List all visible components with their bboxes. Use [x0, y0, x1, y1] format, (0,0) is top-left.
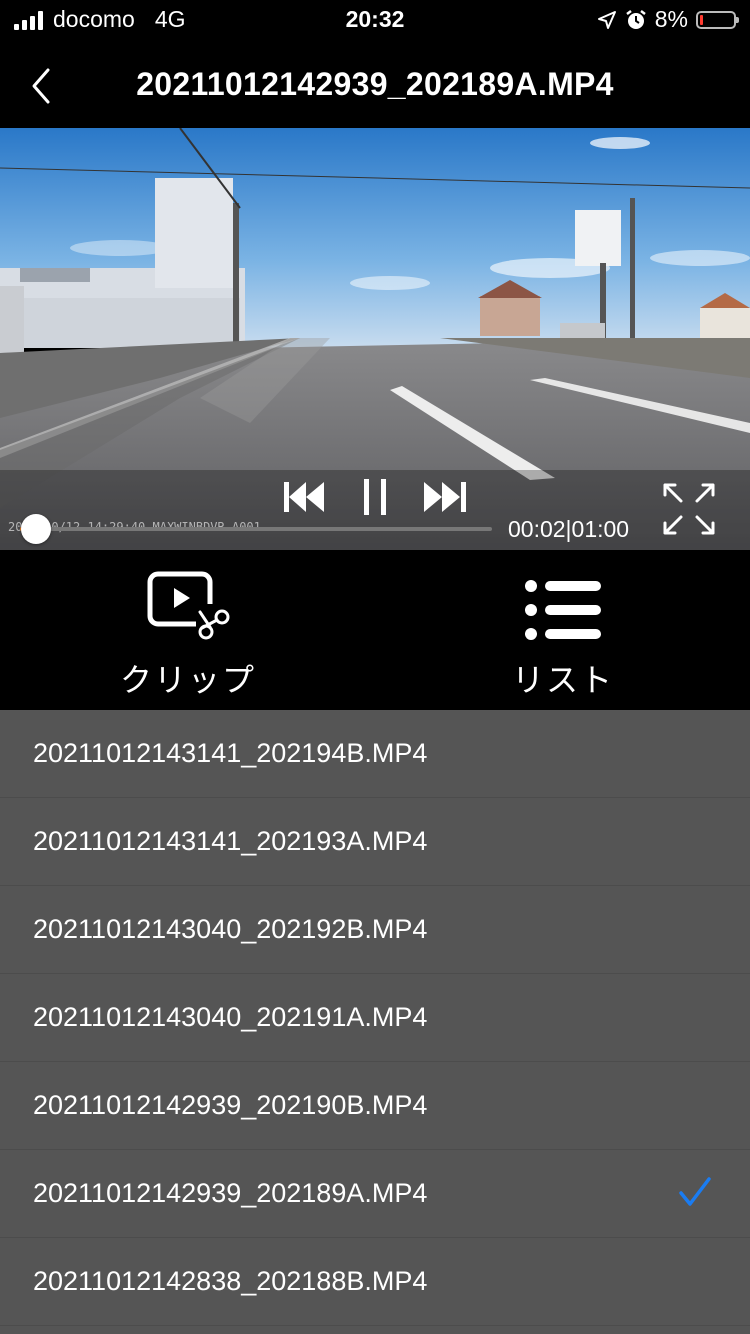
clip-button[interactable]: クリップ [88, 570, 288, 701]
file-list-item[interactable]: 20211012142838_202188B.MP4 [0, 1238, 750, 1326]
file-name: 20211012142939_202189A.MP4 [33, 1178, 428, 1208]
battery-icon [696, 10, 739, 29]
list-button[interactable]: リスト [463, 570, 663, 701]
file-name: 20211012143141_202194B.MP4 [33, 738, 428, 768]
next-button[interactable] [424, 482, 466, 517]
seek-thumb[interactable] [20, 514, 51, 544]
status-right: 8% [597, 6, 739, 33]
navigation-bar: 20211012142939_202189A.MP4 [0, 44, 750, 128]
fullscreen-icon [663, 483, 715, 535]
file-list-item[interactable]: 20211012143141_202194B.MP4 [0, 710, 750, 798]
file-list-item[interactable]: 20211012143040_202192B.MP4 [0, 886, 750, 974]
file-list-item[interactable]: 20211012142939_202190B.MP4 [0, 1062, 750, 1150]
clip-label: クリップ [119, 662, 256, 698]
list-label: リスト [511, 662, 614, 698]
file-list: 20211012143141_202194B.MP4 2021101214314… [0, 710, 750, 1334]
file-name: 20211012143141_202193A.MP4 [33, 826, 428, 856]
file-name: 20211012142939_202190B.MP4 [33, 1090, 428, 1120]
status-bar: docomo 4G 20:32 8% [0, 0, 750, 44]
list-icon [525, 580, 601, 640]
file-list-item-selected[interactable]: 20211012142939_202189A.MP4 [0, 1150, 750, 1238]
file-name: 20211012143040_202192B.MP4 [33, 914, 428, 944]
skip-back-icon [284, 482, 324, 512]
file-name: 20211012143040_202191A.MP4 [33, 1002, 428, 1032]
pause-button[interactable] [364, 479, 386, 520]
video-player[interactable]: 2021/10/12 14:29:40 MAXWINBDVR-A001 00:0… [0, 128, 750, 550]
skip-forward-icon [424, 482, 466, 512]
time-readout: 00:02|01:00 [508, 516, 630, 542]
previous-button[interactable] [284, 482, 326, 517]
location-arrow-icon [597, 10, 616, 29]
fullscreen-button[interactable] [662, 482, 716, 541]
page-title: 20211012142939_202189A.MP4 [136, 66, 614, 102]
checkmark-icon [679, 1177, 711, 1206]
battery-percent: 8% [654, 6, 688, 32]
seek-bar[interactable] [20, 514, 492, 544]
file-list-item[interactable]: 20211012143040_202191A.MP4 [0, 974, 750, 1062]
alarm-clock-icon [626, 9, 646, 29]
action-bar: クリップ リスト [0, 550, 750, 710]
file-name: 20211012142838_202188B.MP4 [33, 1266, 428, 1296]
player-controls: 2021/10/12 14:29:40 MAXWINBDVR-A001 00:0… [0, 470, 750, 550]
file-list-item[interactable]: 20211012143141_202193A.MP4 [0, 798, 750, 886]
pause-icon [364, 479, 386, 515]
clip-scissors-icon [147, 571, 230, 640]
